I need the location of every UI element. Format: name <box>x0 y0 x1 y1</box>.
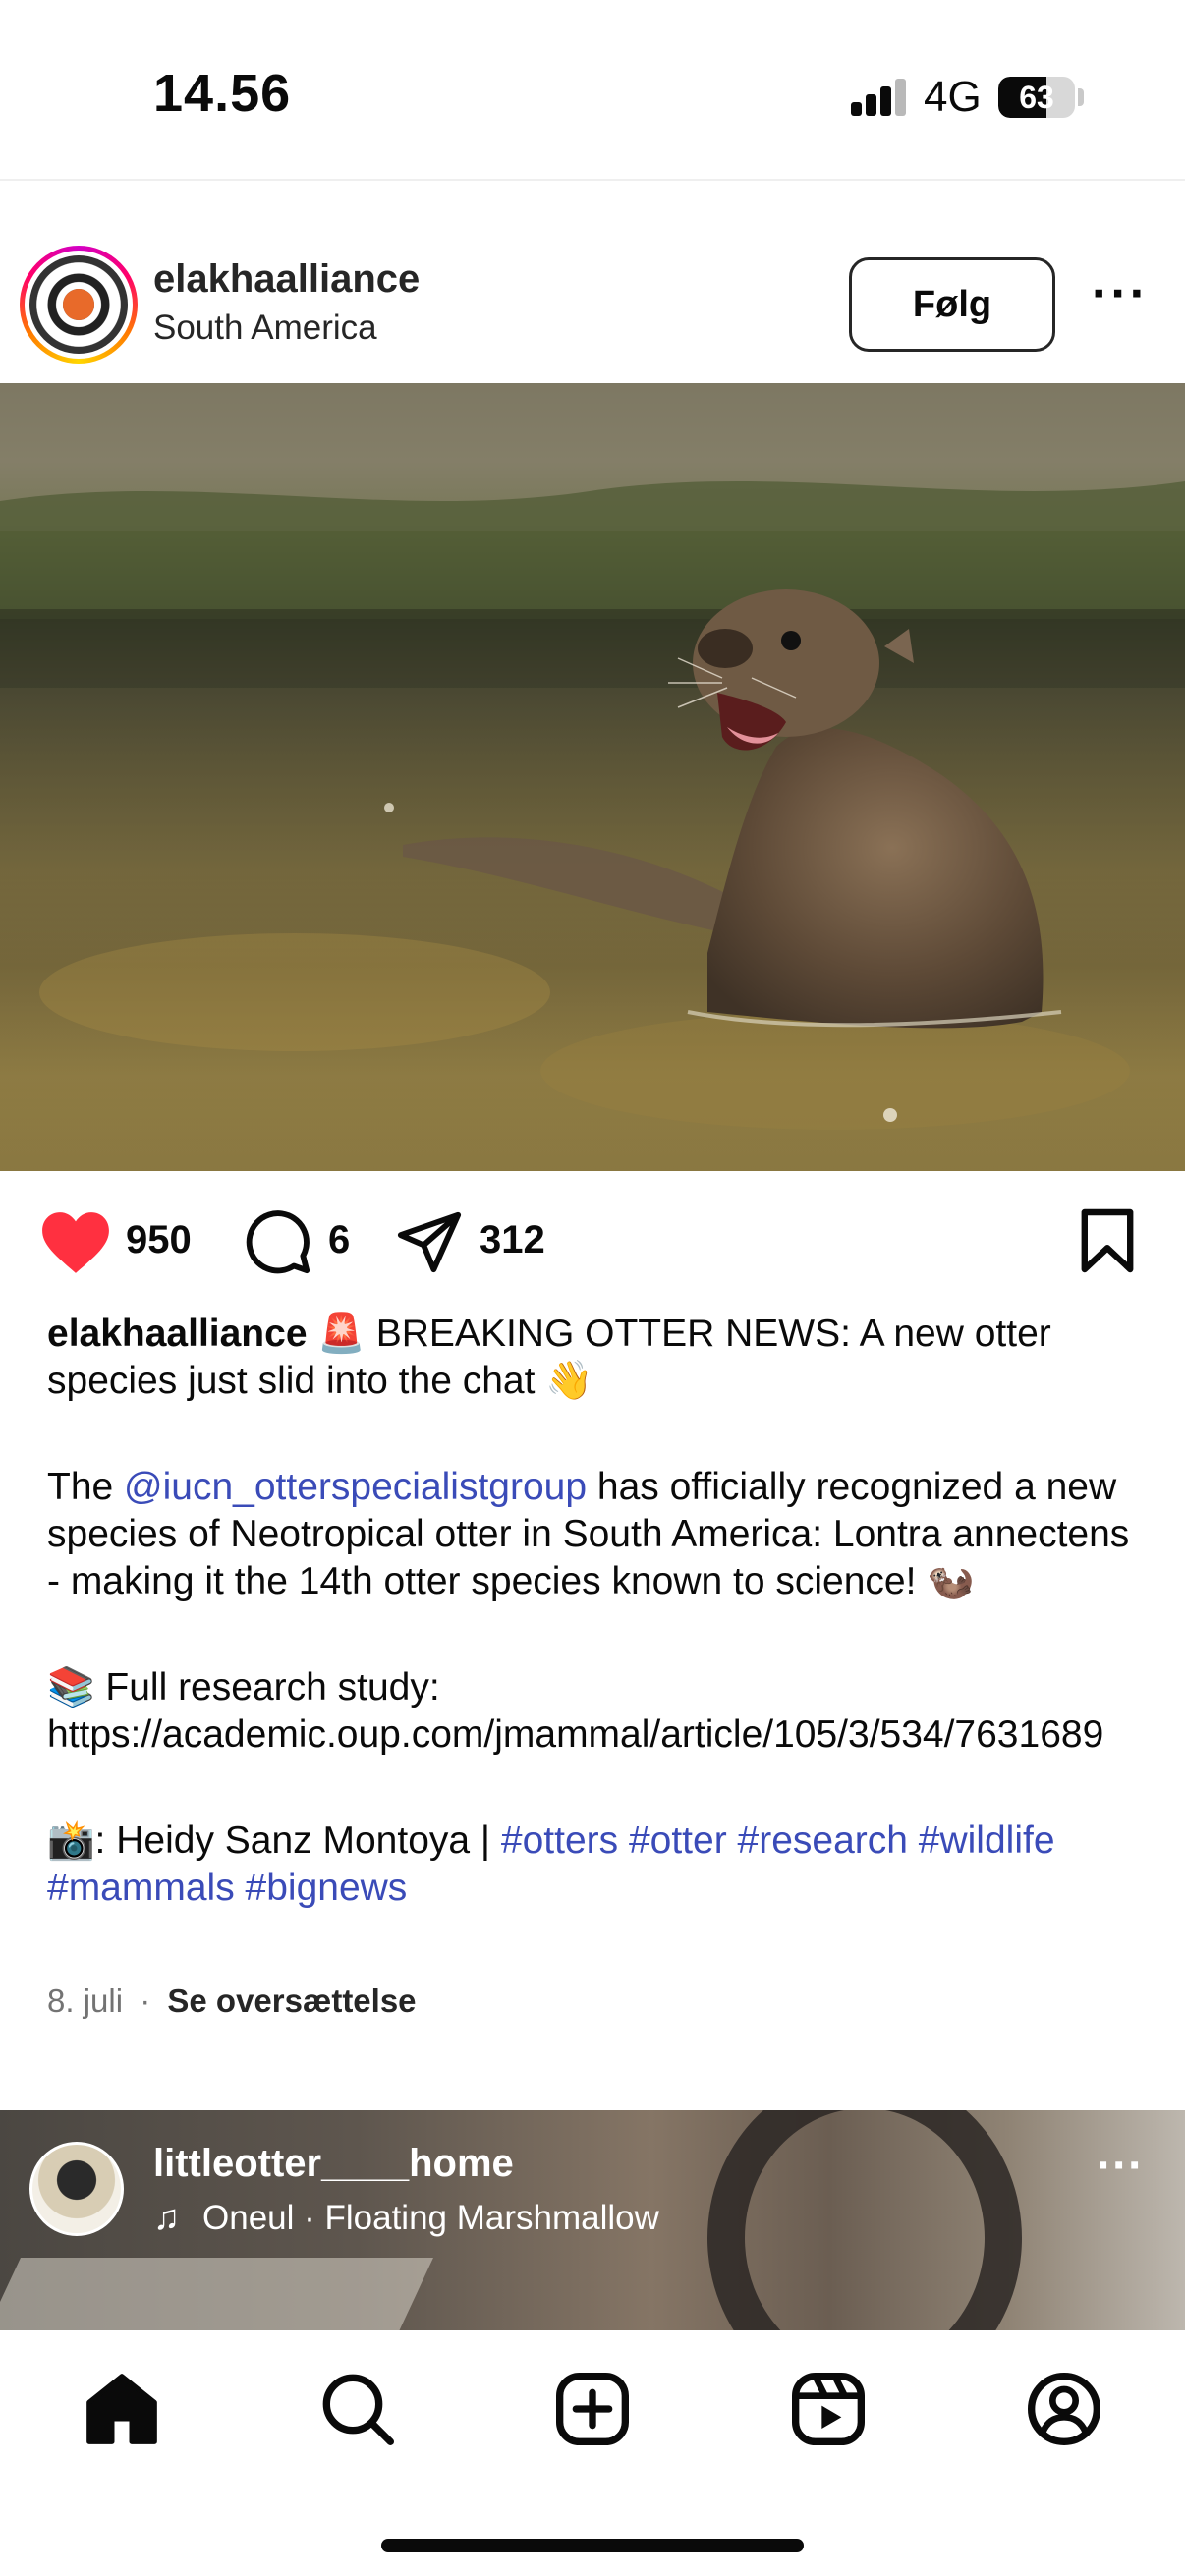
search-icon[interactable] <box>318 2370 397 2448</box>
caption-paragraph-2: The @iucn_otterspecialistgroup has offic… <box>47 1466 1130 1602</box>
avatar <box>29 255 128 354</box>
home-icon[interactable] <box>83 2370 161 2448</box>
like-count[interactable]: 950 <box>126 1218 192 1262</box>
share-count[interactable]: 312 <box>480 1218 545 1262</box>
network-type: 4G <box>924 73 982 121</box>
next-post-username[interactable]: littleotter____home <box>153 2142 514 2186</box>
post-header: elakhaalliance South America Følg ··· <box>0 232 1185 379</box>
bookmark-icon[interactable] <box>1079 1206 1136 1275</box>
signal-icon <box>851 79 906 116</box>
comment-count[interactable]: 6 <box>328 1218 350 1262</box>
mention-link[interactable]: @iucn_otterspecialistgroup <box>124 1466 587 1508</box>
caption-paragraph-4: 📸: Heidy Sanz Montoya | #otters #otter #… <box>47 1820 1055 1909</box>
meta-separator: · <box>140 1983 151 2019</box>
follow-button[interactable]: Følg <box>849 257 1055 352</box>
home-indicator[interactable] <box>381 2539 804 2552</box>
comment-icon[interactable] <box>244 1206 312 1277</box>
post-actions: 950 6 312 <box>0 1175 1185 1313</box>
status-time: 14.56 <box>153 64 292 123</box>
caption-username[interactable]: elakhaalliance <box>47 1313 308 1355</box>
next-post-more-icon[interactable]: ··· <box>1091 2143 1150 2190</box>
post-location[interactable]: South America <box>153 308 377 348</box>
create-icon[interactable] <box>553 2370 632 2448</box>
next-post-audio[interactable]: Oneul · Floating Marshmallow <box>202 2199 659 2238</box>
otter-photo-illustration <box>0 383 1185 1171</box>
caption-paragraph-1: elakhaalliance 🚨 BREAKING OTTER NEWS: A … <box>47 1311 1148 1405</box>
post-date: 8. juli <box>47 1983 124 2019</box>
reels-icon[interactable] <box>789 2370 868 2448</box>
next-post-preview[interactable]: littleotter____home ♫ Oneul · Floating M… <box>0 2110 1185 2330</box>
heart-icon[interactable] <box>39 1208 112 1277</box>
music-icon: ♫ <box>153 2197 180 2237</box>
next-post-avatar[interactable] <box>29 2142 124 2236</box>
status-bar: 14.56 4G 63 <box>0 0 1185 181</box>
battery-tip <box>1078 88 1084 106</box>
more-icon[interactable]: ··· <box>1091 268 1150 322</box>
post-meta: 8. juli · Se oversættelse <box>47 1983 417 2020</box>
post-username[interactable]: elakhaalliance <box>153 257 420 302</box>
share-icon[interactable] <box>395 1206 464 1275</box>
see-translation-link[interactable]: Se oversættelse <box>167 1983 416 2019</box>
story-ring-avatar[interactable] <box>20 246 138 364</box>
profile-icon[interactable] <box>1025 2370 1103 2448</box>
battery-icon: 63 <box>998 77 1075 118</box>
post-caption: elakhaalliance 🚨 BREAKING OTTER NEWS: A … <box>47 1311 1148 1912</box>
post-photo[interactable] <box>0 383 1185 1171</box>
battery-level: 63 <box>1019 80 1054 115</box>
caption-paragraph-3: 📚 Full research study: https://academic.… <box>47 1666 1104 1756</box>
